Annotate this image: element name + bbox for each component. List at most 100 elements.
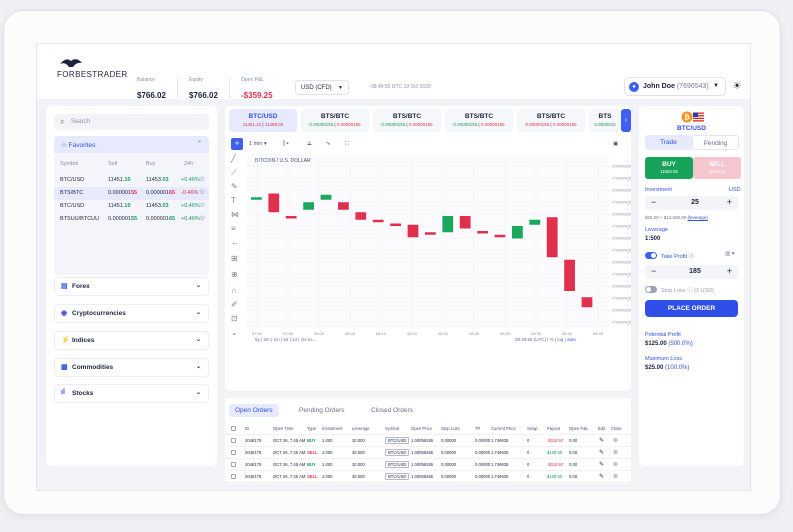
- crosshair-icon[interactable]: ✛: [231, 138, 243, 150]
- server-time: 08:49:55 UTC 19 Oct 2020: [371, 84, 431, 90]
- col-current-price[interactable]: Current Price: [491, 426, 516, 431]
- goto-button[interactable]: Go to...: [301, 337, 316, 342]
- order-row[interactable]: 2048179 OCT 26, 7:45 AM BUY 1.000 30.000 BTC/…: [225, 434, 631, 446]
- favorite-row[interactable]: BTC/USD 11451.10 11453.03 +0.46% ☆: [54, 174, 209, 187]
- indicators-icon[interactable]: ⟁: [307, 138, 312, 150]
- range-1d[interactable]: 1d: [292, 337, 297, 342]
- cell-time: OCT 26, 7:45 AM: [273, 438, 306, 443]
- edit-icon[interactable]: ✎: [599, 437, 604, 444]
- ticker-tab[interactable]: BTC/USD 11451.10 | 11459.03: [229, 109, 297, 132]
- camera-icon[interactable]: ▣: [613, 138, 618, 150]
- tab-pending-orders[interactable]: Pending Orders: [293, 404, 351, 417]
- take-profit-mode-icon[interactable]: ▥ ▾: [725, 251, 735, 257]
- col-symbol[interactable]: Symbol: [385, 426, 399, 431]
- ticker-tab[interactable]: BTS/BTC 0.00000155 | 0.00000165: [301, 109, 369, 132]
- col-open-pnl[interactable]: Open P&L: [569, 426, 588, 431]
- col-stop-loss[interactable]: Stop Loss: [441, 426, 460, 431]
- order-row[interactable]: 2048179OCT 26, 7:45 AMSELL1.00030.000BTC…: [225, 470, 631, 482]
- time-tick-label: 08:20: [438, 331, 449, 336]
- col-id[interactable]: ID: [245, 426, 249, 431]
- candle-type-icon[interactable]: ⫿ ▾: [283, 138, 289, 150]
- close-icon[interactable]: ⊗: [613, 449, 618, 456]
- percent-toggle[interactable]: %: [550, 337, 554, 342]
- compare-icon[interactable]: ∿: [326, 138, 331, 150]
- minus-icon[interactable]: −: [651, 197, 656, 207]
- edit-icon[interactable]: ✎: [599, 473, 604, 480]
- minus-icon[interactable]: −: [651, 266, 656, 276]
- user-menu[interactable]: ● John Doe (7696543) ▼: [624, 77, 726, 96]
- leverage-value: 1:500: [645, 236, 661, 242]
- ticker-tab[interactable]: BTS/BTC 0.00000155 | 0.00000165: [445, 109, 513, 132]
- interval-select[interactable]: 1 min ▾: [249, 138, 267, 150]
- category-indices[interactable]: ⚡ Indices ⌄: [54, 331, 209, 350]
- fullscreen-icon[interactable]: ⛶: [345, 138, 349, 150]
- plus-icon[interactable]: +: [727, 266, 732, 276]
- col-investment[interactable]: Investment: [322, 426, 342, 431]
- chevron-down-icon: ⌄: [195, 390, 201, 396]
- cell-cur: 1.749635: [491, 438, 509, 443]
- star-icon[interactable]: ☆: [199, 188, 205, 196]
- investment-stepper[interactable]: − 25 +: [645, 196, 738, 210]
- leverage-link[interactable]: (leverage): [688, 215, 708, 220]
- plus-icon[interactable]: +: [727, 197, 732, 207]
- star-icon[interactable]: ☆: [199, 175, 205, 183]
- range-1m[interactable]: 1m: [273, 337, 279, 342]
- search-input[interactable]: ⌕ Search: [54, 114, 209, 130]
- range-5d[interactable]: 5d: [283, 337, 288, 342]
- tab-closed-orders[interactable]: Closed Orders: [365, 404, 419, 417]
- row-checkbox[interactable]: [231, 462, 236, 467]
- theme-toggle-sun-icon[interactable]: ☀: [731, 81, 743, 93]
- category-crypto[interactable]: ◉ Cryptocurrencies ⌄: [54, 304, 209, 323]
- category-forex[interactable]: ▤ Forex ⌄: [54, 277, 209, 296]
- ticker-tab[interactable]: BTS 0.0000015: [589, 109, 621, 132]
- auto-toggle[interactable]: auto: [567, 337, 576, 342]
- row-checkbox[interactable]: [231, 438, 236, 443]
- place-order-button[interactable]: PLACE ORDER: [645, 300, 738, 317]
- row-checkbox[interactable]: [231, 474, 236, 479]
- tab-open-orders[interactable]: Open Orders: [229, 404, 279, 417]
- close-icon[interactable]: ⊗: [613, 473, 618, 480]
- chevron-right-icon[interactable]: ›: [621, 109, 631, 132]
- order-row[interactable]: 2048179 OCT 26, 7:45 AM BUY 1.000 30.000 BTC/…: [225, 458, 631, 470]
- favorite-row[interactable]: BTC/USD 11451.10 11453.03 +0.46% ☆: [54, 200, 209, 213]
- star-icon[interactable]: ☆: [199, 214, 205, 222]
- edit-icon[interactable]: ✎: [599, 461, 604, 468]
- sell-button[interactable]: SELL 11501.11: [693, 157, 741, 179]
- ticker-tab[interactable]: BTS/BTC 0.00000155 | 0.00000165: [373, 109, 441, 132]
- stop-loss-toggle[interactable]: [645, 286, 657, 293]
- category-stocks[interactable]: ıl Stocks ⌄: [54, 384, 209, 403]
- ticker-tab[interactable]: BTS/BTC 0.00000155 | 0.00000165: [517, 109, 585, 132]
- order-row[interactable]: 2048179OCT 26, 7:45 AMSELL1.00030.000BTC…: [225, 446, 631, 458]
- star-icon[interactable]: ☆: [199, 201, 205, 209]
- favorite-row[interactable]: BTSUU/BTCUU 0.00000155 0.00000165 +0.46%…: [54, 213, 209, 226]
- candle-down: [459, 216, 471, 229]
- take-profit-toggle[interactable]: [645, 252, 657, 259]
- close-icon[interactable]: ⊗: [613, 437, 618, 444]
- row-checkbox[interactable]: [231, 450, 236, 455]
- col-swap[interactable]: Swap: [527, 426, 537, 431]
- tab-trade[interactable]: Trade: [645, 135, 692, 150]
- range-3m[interactable]: 3m: [263, 337, 269, 342]
- logo[interactable]: FORBESTRADER: [57, 58, 137, 84]
- col-tp[interactable]: TP: [475, 426, 480, 431]
- col-open-time[interactable]: Open Time: [273, 426, 293, 431]
- col-open-price[interactable]: Open Price: [411, 426, 432, 431]
- edit-icon[interactable]: ✎: [599, 449, 604, 456]
- buy-button[interactable]: BUY 11503.06: [645, 157, 693, 179]
- select-all-checkbox[interactable]: [231, 426, 236, 431]
- favorite-row[interactable]: BTS/BTC 0.00000155 0.00000165 -0.46% ☆: [54, 187, 209, 200]
- range-5y[interactable]: 5y: [255, 337, 260, 342]
- take-profit-stepper[interactable]: − 185 +: [645, 265, 738, 279]
- close-icon[interactable]: ⊗: [613, 461, 618, 468]
- chevron-down-icon: ⌄: [195, 310, 201, 316]
- category-commodities[interactable]: ▦ Commodities ⌄: [54, 358, 209, 377]
- account-select[interactable]: USD (CFD) ▼: [295, 80, 349, 95]
- favorites-header[interactable]: ☆ Favorites ⌃: [54, 136, 209, 153]
- log-toggle[interactable]: log: [557, 337, 563, 342]
- tab-pending[interactable]: Pending: [692, 135, 739, 150]
- order-row[interactable]: 2048179OCT 26, 7:45 AMSELL1.00030.000BTC…: [225, 482, 631, 484]
- col-leverage[interactable]: Leverage: [352, 426, 369, 431]
- price-chart[interactable]: ╱ ⟋ ✎ T ⋈ ≡ ← ⊞ ⊕ ∩ ✐ ⊡ ⌄ BITCOIN / U.S.…: [225, 154, 631, 391]
- col-type[interactable]: Type: [307, 426, 316, 431]
- col-payout[interactable]: Payout: [547, 426, 560, 431]
